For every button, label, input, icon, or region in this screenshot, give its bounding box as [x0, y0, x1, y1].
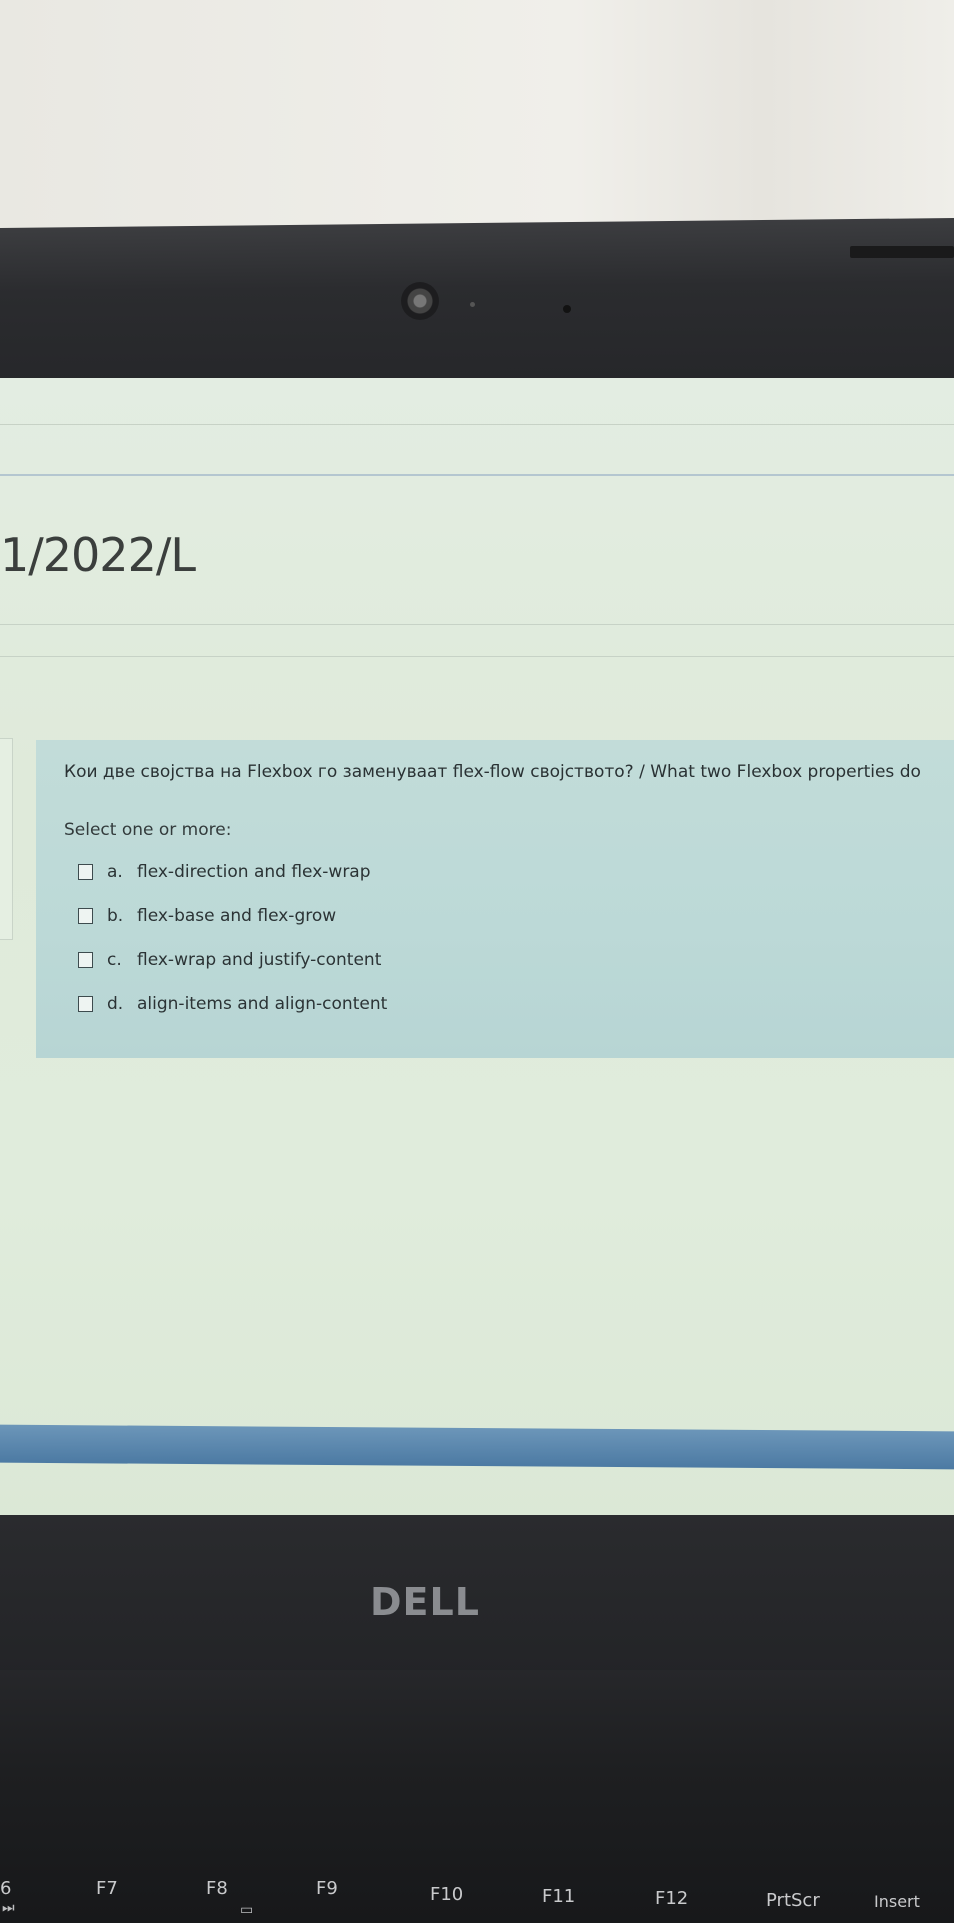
key-prtscr[interactable]: PrtScr — [766, 1890, 820, 1911]
key-f8[interactable]: F8 — [206, 1878, 228, 1899]
page-title: 1/2022/L — [0, 528, 196, 582]
key-insert[interactable]: Insert — [874, 1892, 920, 1911]
question-info-panel — [0, 738, 13, 940]
answer-checkbox[interactable] — [78, 864, 93, 880]
question-text: Кои две својства на Flexbox го заменуваа… — [64, 762, 921, 782]
answer-option-c[interactable]: c. flex-wrap and justify-content — [78, 938, 387, 982]
laptop-screen: 1/2022/L Кои две својства на Flexbox го … — [0, 378, 954, 1528]
microphone-icon — [563, 305, 571, 313]
background-wall — [0, 0, 954, 240]
answer-checkbox[interactable] — [78, 996, 93, 1012]
function-key-row: 6 ⏭ F7 F8 ▭ F9 F10 F11 F12 PrtScr Insert — [0, 1878, 954, 1923]
answer-checkbox[interactable] — [78, 952, 93, 968]
key-f12[interactable]: F12 — [655, 1888, 688, 1909]
next-track-icon: ⏭ — [2, 1900, 15, 1916]
answer-letter: b. — [107, 906, 124, 926]
key-f11[interactable]: F11 — [542, 1886, 575, 1907]
brand-logo: DELL — [370, 1580, 480, 1624]
divider — [0, 424, 954, 425]
key-f10[interactable]: F10 — [430, 1884, 463, 1905]
laptop-top-bezel — [0, 218, 954, 388]
screen-switch-icon: ▭ — [240, 1902, 254, 1918]
camera-indicator-icon — [470, 302, 475, 307]
question-box: Кои две својства на Flexbox го заменуваа… — [36, 740, 954, 1058]
page-footer-bar — [0, 1424, 954, 1470]
answer-prompt: Select one or more: — [64, 820, 232, 840]
answer-option-a[interactable]: a. flex-direction and flex-wrap — [78, 850, 387, 894]
key-f7[interactable]: F7 — [96, 1878, 118, 1899]
answer-list: a. flex-direction and flex-wrap b. flex-… — [78, 850, 387, 1026]
key-f9[interactable]: F9 — [316, 1878, 338, 1899]
answer-option-d[interactable]: d. align-items and align-content — [78, 982, 387, 1026]
key-6[interactable]: 6 — [0, 1878, 11, 1899]
answer-label: flex-base and flex-grow — [137, 906, 337, 926]
answer-letter: a. — [107, 862, 123, 882]
divider — [0, 624, 954, 625]
answer-label: flex-wrap and justify-content — [137, 950, 382, 970]
answer-letter: d. — [107, 994, 124, 1014]
webcam-icon — [401, 282, 439, 320]
navbar-underline — [0, 474, 954, 476]
answer-label: flex-direction and flex-wrap — [137, 862, 371, 882]
answer-label: align-items and align-content — [137, 994, 388, 1014]
answer-checkbox[interactable] — [78, 908, 93, 924]
answer-letter: c. — [107, 950, 122, 970]
divider — [0, 656, 954, 657]
lid-latch — [850, 246, 954, 258]
answer-option-b[interactable]: b. flex-base and flex-grow — [78, 894, 387, 938]
